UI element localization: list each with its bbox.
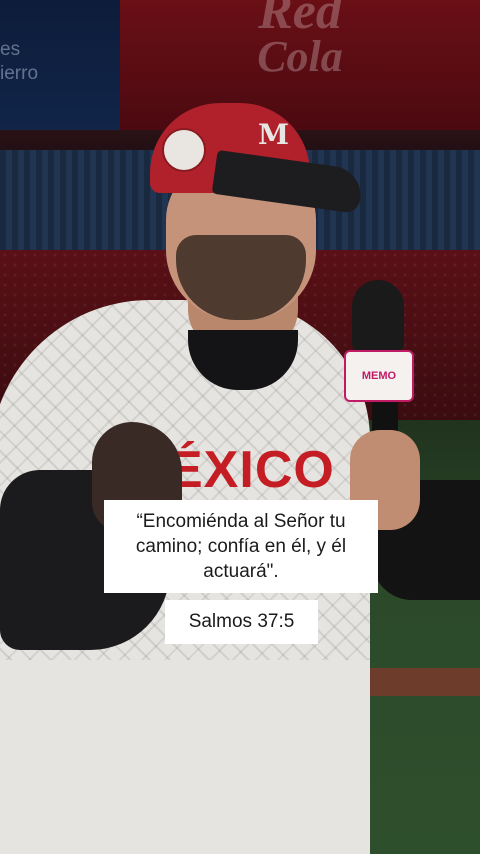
- video-frame: es ierro Red Cola ÉXICO M MEMO: [0, 0, 480, 854]
- cap-patch-icon: [162, 128, 206, 172]
- ad-banner-left: es ierro: [0, 0, 120, 130]
- ad-banner-left-text: es ierro: [0, 39, 39, 84]
- bible-reference-text: Salmos 37:5: [188, 611, 295, 632]
- bible-reference-caption: Salmos 37:5: [165, 600, 318, 644]
- microphone-flag: MEMO: [344, 350, 414, 402]
- microphone-icon: [352, 280, 404, 352]
- bible-quote-text: “Encomiénda al Señor tu camino; confía e…: [135, 511, 347, 582]
- ad-banner-line2: Cola: [257, 32, 343, 81]
- jersey-lettering: ÉXICO: [168, 441, 335, 499]
- cap-letter: M: [258, 118, 289, 151]
- bible-quote-caption: “Encomiénda al Señor tu camino; confía e…: [104, 500, 378, 593]
- microphone-flag-text: MEMO: [361, 370, 397, 382]
- ad-banner-red-cola: Red Cola: [120, 0, 480, 130]
